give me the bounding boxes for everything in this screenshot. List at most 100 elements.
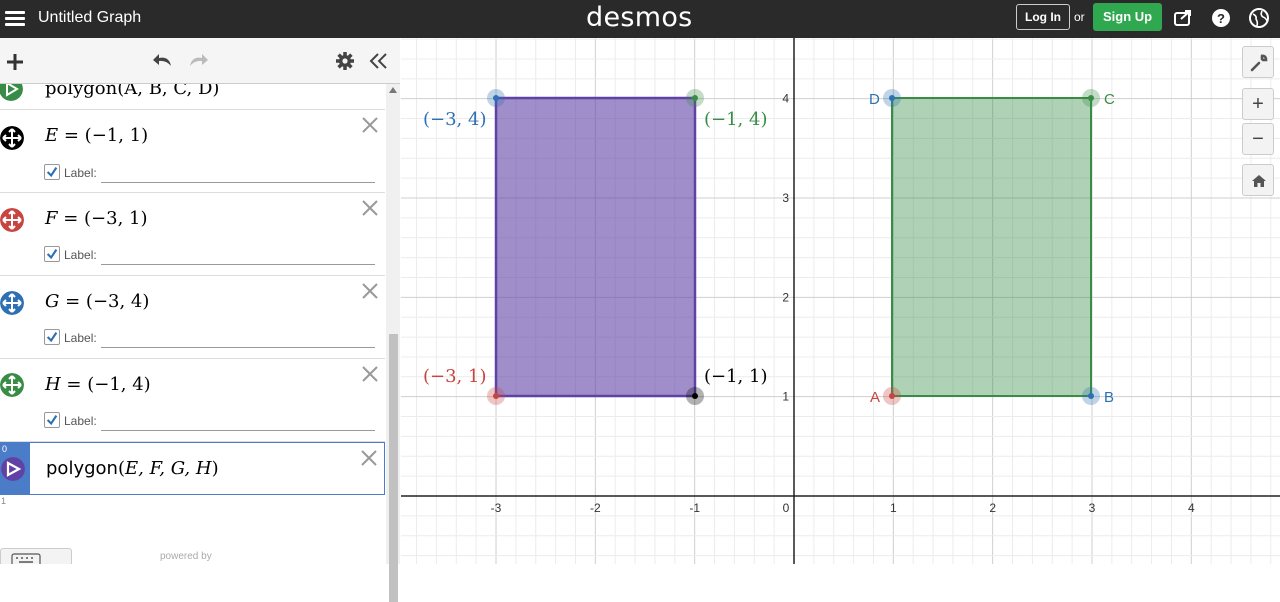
checkbox[interactable]: [44, 246, 60, 262]
point-e-label: (−1, 1): [704, 366, 767, 387]
label-toggle[interactable]: Label:: [44, 329, 384, 353]
graph-svg[interactable]: -3 -2 -1 0 1 2 3 44321 (−3, 4) (−1, 4) (−3, 1) …: [401, 38, 1280, 564]
polygon-icon[interactable]: [1, 457, 25, 481]
label-toggle[interactable]: Label:: [44, 246, 384, 270]
expression-math[interactable]: E = (−1, 1): [45, 125, 148, 146]
expression-index: 0: [2, 444, 8, 454]
label-text: Label:: [64, 331, 97, 345]
polygon-icon[interactable]: [0, 84, 23, 101]
share-icon[interactable]: [1172, 7, 1194, 29]
keyboard-icon: [11, 553, 41, 564]
powered-by: powered by: [160, 551, 212, 562]
menu-icon[interactable]: [5, 8, 25, 30]
expression-gutter: [0, 359, 30, 441]
point-c-label: C: [1104, 91, 1115, 108]
help-icon[interactable]: ?: [1210, 7, 1232, 29]
label-input[interactable]: [101, 182, 375, 183]
move-icon[interactable]: [0, 291, 24, 315]
add-icon[interactable]: [5, 52, 25, 72]
collapse-icon[interactable]: [368, 51, 390, 71]
close-icon[interactable]: [360, 449, 378, 467]
point-g-label: (−3, 4): [423, 109, 486, 130]
label-text: Label:: [64, 414, 97, 428]
expression-math[interactable]: F = (−3, 1): [45, 208, 148, 229]
close-icon[interactable]: [361, 199, 379, 217]
expression-math[interactable]: polygon(A, B, C, D): [45, 84, 219, 99]
close-icon[interactable]: [361, 282, 379, 300]
polygon-efgh[interactable]: [494, 96, 697, 398]
point-value: (−3, 4): [85, 291, 150, 312]
home-icon: [1252, 175, 1266, 187]
expression-math[interactable]: G = (−3, 4): [45, 291, 149, 312]
point-c-dot: [1088, 95, 1094, 101]
expression-math[interactable]: polygon(E, F, G, H): [46, 458, 219, 479]
x-tick-label: 2: [989, 501, 996, 515]
login-button[interactable]: Log In: [1016, 4, 1070, 30]
signup-button[interactable]: Sign Up: [1093, 3, 1163, 31]
x-tick-label: -1: [689, 501, 700, 515]
point-e-dot: [692, 393, 698, 399]
label-text: Label:: [64, 248, 97, 262]
y-tick-label: 2: [782, 290, 789, 304]
point-h-label: (−1, 4): [704, 109, 767, 130]
label-input[interactable]: [101, 430, 375, 431]
gear-icon[interactable]: [335, 51, 355, 71]
zoom-in-button[interactable]: +: [1242, 88, 1274, 120]
graph-canvas[interactable]: -3 -2 -1 0 1 2 3 4 4 3 2 1 (−3, 4) (−1, 4) (−3, 1) …: [401, 38, 1280, 564]
function-args: E, F, G, H: [124, 458, 212, 479]
expression-list: polygon(A, B, C, D) E = (−1, 1) Label: F…: [0, 84, 386, 564]
label-input[interactable]: [101, 347, 375, 348]
checkbox[interactable]: [44, 329, 60, 345]
zoom-out-button[interactable]: −: [1242, 123, 1274, 155]
y-tick-label: 1: [782, 390, 789, 404]
checkbox[interactable]: [44, 164, 60, 180]
graph-title[interactable]: Untitled Graph: [38, 9, 141, 27]
wrench-icon: [1250, 54, 1268, 72]
expression-row[interactable]: E = (−1, 1) Label:: [0, 110, 385, 193]
globe-icon[interactable]: [1248, 7, 1270, 29]
redo-icon[interactable]: [186, 50, 210, 72]
label-text: Label:: [64, 166, 97, 180]
function-name: polygon: [46, 458, 118, 479]
point-f-dot: [493, 393, 499, 399]
x-tick-label: 4: [1188, 501, 1195, 515]
x-tick-label: -2: [590, 501, 601, 515]
expression-row-selected[interactable]: 0 polygon(E, F, G, H): [0, 442, 385, 495]
x-tick-label: -3: [491, 501, 502, 515]
expression-row[interactable]: G = (−3, 4) Label:: [0, 276, 385, 359]
move-icon[interactable]: [0, 208, 24, 232]
keypad-toggle[interactable]: [0, 548, 72, 564]
label-toggle[interactable]: Label:: [44, 412, 384, 436]
point-value: (−1, 4): [87, 374, 151, 395]
polygon-abcd[interactable]: [891, 97, 1092, 397]
checkbox[interactable]: [44, 412, 60, 428]
expression-gutter: [0, 276, 30, 358]
point-a-dot: [889, 393, 895, 399]
expression-row[interactable]: polygon(A, B, C, D): [0, 84, 385, 110]
x-tick-label: 3: [1089, 501, 1096, 515]
label-input[interactable]: [101, 264, 375, 265]
move-icon[interactable]: [0, 126, 24, 150]
scrollbar-thumb[interactable]: [389, 334, 398, 602]
point-d-dot: [889, 95, 895, 101]
point-value: (−3, 1): [84, 208, 148, 229]
expression-gutter: [0, 84, 30, 109]
move-icon[interactable]: [0, 373, 24, 397]
close-icon[interactable]: [361, 365, 379, 383]
expression-row[interactable]: F = (−3, 1) Label:: [0, 193, 385, 276]
svg-text:?: ?: [1217, 11, 1225, 26]
expression-row[interactable]: H = (−1, 4) Label:: [0, 359, 385, 442]
point-value: (−1, 1): [84, 125, 149, 146]
point-a-label: A: [870, 389, 880, 406]
top-bar: Untitled Graph desmos Log In or Sign Up …: [0, 0, 1280, 38]
scroll-up-icon[interactable]: [389, 87, 397, 93]
home-button[interactable]: [1242, 164, 1274, 196]
point-name: E: [45, 125, 59, 146]
graph-settings-button[interactable]: [1242, 46, 1274, 78]
point-name: F: [45, 208, 58, 229]
expression-panel: polygon(A, B, C, D) E = (−1, 1) Label: F…: [0, 38, 400, 602]
label-toggle[interactable]: Label:: [44, 164, 384, 188]
expression-math[interactable]: H = (−1, 4): [45, 374, 151, 395]
undo-icon[interactable]: [151, 50, 175, 72]
close-icon[interactable]: [361, 116, 379, 134]
